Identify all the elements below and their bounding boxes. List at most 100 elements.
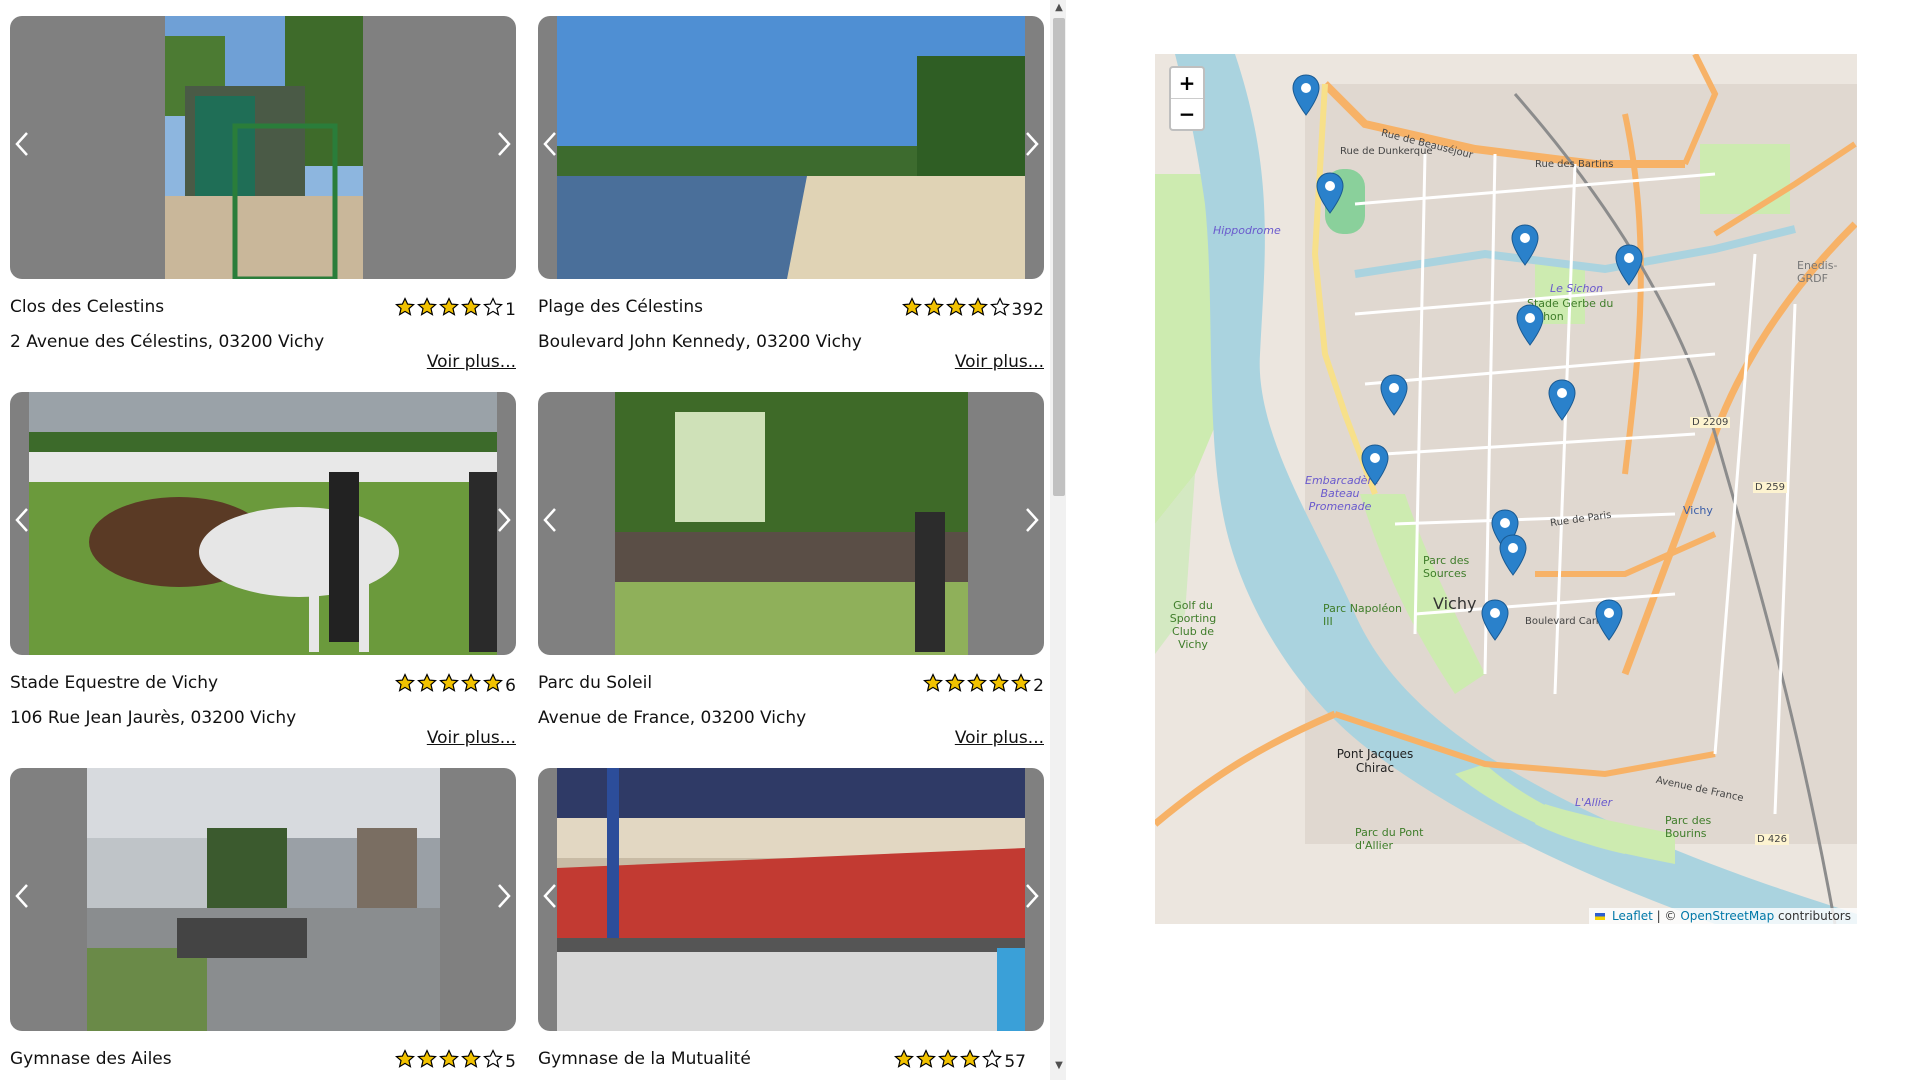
map-marker-icon[interactable] <box>1615 244 1643 286</box>
previous-photo-arrow[interactable] <box>14 507 30 533</box>
next-photo-arrow[interactable] <box>496 131 512 157</box>
star-filled-icon <box>461 673 482 692</box>
rating: 1 <box>395 297 516 322</box>
star-empty-icon <box>989 297 1010 316</box>
star-filled-icon <box>417 1049 438 1068</box>
scrollbar[interactable]: ▲ ▼ <box>1050 0 1066 1080</box>
review-count: 57 <box>1004 1051 1026 1072</box>
zoom-out-button[interactable]: − <box>1171 98 1203 129</box>
star-filled-icon <box>938 1049 959 1068</box>
review-count: 2 <box>1033 675 1044 696</box>
review-count: 392 <box>1011 299 1044 320</box>
star-empty-icon <box>483 297 504 316</box>
star-filled-icon <box>1011 673 1032 692</box>
review-count: 6 <box>505 675 516 696</box>
map-marker-icon[interactable] <box>1548 379 1576 421</box>
map-label-parc-sources: Parc des Sources <box>1423 554 1470 580</box>
place-photo <box>615 392 968 655</box>
previous-photo-arrow[interactable] <box>14 883 30 909</box>
star-filled-icon <box>989 673 1010 692</box>
previous-photo-arrow[interactable] <box>542 883 558 909</box>
see-more-link[interactable]: Voir plus... <box>538 728 1044 748</box>
star-filled-icon <box>916 1049 937 1068</box>
star-filled-icon <box>967 673 988 692</box>
rating-stars <box>395 1049 505 1074</box>
place-address: 2 Avenue des Célestins, 03200 Vichy <box>10 332 325 352</box>
photo-carousel <box>10 392 516 655</box>
map-label-hippodrome: Hippodrome <box>1213 224 1281 237</box>
map-marker-icon[interactable] <box>1511 224 1539 266</box>
place-name: Gymnase de la Mutualité <box>538 1049 751 1069</box>
star-filled-icon <box>923 673 944 692</box>
place-name: Gymnase des Ailes <box>10 1049 172 1069</box>
place-card: Clos des Celestins 1 2 Avenue des Célest… <box>10 16 516 372</box>
scrollbar-thumb[interactable] <box>1053 18 1065 496</box>
star-filled-icon <box>461 1049 482 1068</box>
star-filled-icon <box>923 297 944 316</box>
map-marker-icon[interactable] <box>1499 534 1527 576</box>
star-filled-icon <box>901 297 922 316</box>
leaflet-link[interactable]: Leaflet <box>1612 909 1653 923</box>
previous-photo-arrow[interactable] <box>542 507 558 533</box>
star-filled-icon <box>967 297 988 316</box>
star-filled-icon <box>395 673 416 692</box>
place-photo <box>557 768 1025 1031</box>
photo-carousel <box>10 768 516 1031</box>
next-photo-arrow[interactable] <box>1024 507 1040 533</box>
map-label-parc-napoleon: Parc Napoléon III <box>1323 602 1402 628</box>
place-photo <box>165 16 363 279</box>
rating-stars <box>395 297 505 322</box>
previous-photo-arrow[interactable] <box>14 131 30 157</box>
map-marker-icon[interactable] <box>1516 304 1544 346</box>
map-marker-icon[interactable] <box>1316 172 1344 214</box>
map-label-sichon: Le Sichon <box>1550 282 1604 295</box>
map-label-golf: Golf du Sporting Club de Vichy <box>1169 599 1217 651</box>
next-photo-arrow[interactable] <box>496 883 512 909</box>
zoom-in-button[interactable]: + <box>1171 68 1203 98</box>
see-more-link[interactable]: Voir plus... <box>538 352 1044 372</box>
map-marker-icon[interactable] <box>1481 599 1509 641</box>
scroll-up-arrow[interactable]: ▲ <box>1050 0 1066 16</box>
see-more-link[interactable]: Voir plus... <box>10 352 516 372</box>
results-panel: Clos des Celestins 1 2 Avenue des Célest… <box>0 0 1066 1080</box>
map-marker-icon[interactable] <box>1292 74 1320 116</box>
map-marker-icon[interactable] <box>1595 599 1623 641</box>
map-label-rue-dunkerque: Rue de Dunkerque <box>1340 146 1433 157</box>
star-filled-icon <box>417 673 438 692</box>
scroll-down-arrow[interactable]: ▼ <box>1050 1058 1066 1074</box>
previous-photo-arrow[interactable] <box>542 131 558 157</box>
star-empty-icon <box>483 1049 504 1068</box>
place-address: 106 Rue Jean Jaurès, 03200 Vichy <box>10 708 297 728</box>
next-photo-arrow[interactable] <box>1024 131 1040 157</box>
map[interactable]: Hippodrome Embarcadère Bateau Promenade … <box>1155 54 1857 924</box>
star-filled-icon <box>461 297 482 316</box>
map-label-d2209: D 2209 <box>1690 417 1731 428</box>
place-card: Parc du Soleil 2 Avenue de France, 03200… <box>538 392 1044 748</box>
map-marker-icon[interactable] <box>1361 444 1389 486</box>
rating-stars <box>901 297 1012 322</box>
star-filled-icon <box>483 673 504 692</box>
photo-carousel <box>538 768 1044 1031</box>
star-filled-icon <box>439 297 460 316</box>
map-tiles <box>1155 54 1857 924</box>
next-photo-arrow[interactable] <box>496 507 512 533</box>
star-filled-icon <box>960 1049 981 1068</box>
place-name: Clos des Celestins <box>10 297 165 317</box>
see-more-link[interactable]: Voir plus... <box>10 728 516 748</box>
photo-carousel <box>538 16 1044 279</box>
star-empty-icon <box>982 1049 1003 1068</box>
map-marker-icon[interactable] <box>1380 374 1408 416</box>
osm-link[interactable]: OpenStreetMap <box>1680 909 1774 923</box>
place-photo <box>29 392 497 655</box>
star-filled-icon <box>894 1049 915 1068</box>
review-count: 1 <box>505 299 516 320</box>
map-label-d426: D 426 <box>1755 834 1789 845</box>
attribution-suffix: contributors <box>1774 909 1851 923</box>
zoom-control: + − <box>1169 66 1205 131</box>
next-photo-arrow[interactable] <box>1024 883 1040 909</box>
place-photo <box>87 768 440 1031</box>
photo-carousel <box>10 16 516 279</box>
star-filled-icon <box>395 1049 416 1068</box>
place-card: Plage des Célestins 392 Boulevard John K… <box>538 16 1044 372</box>
rating: 392 <box>901 297 1044 322</box>
